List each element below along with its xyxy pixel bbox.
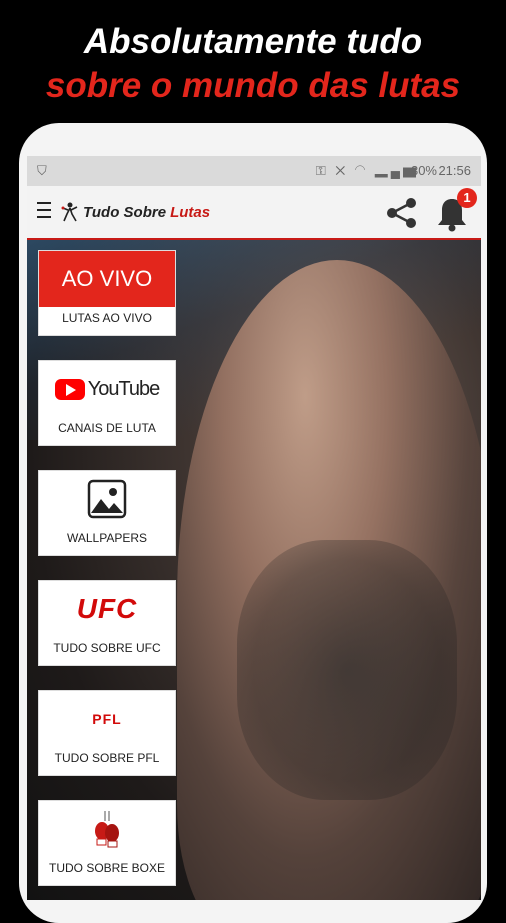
tile-label: TUDO SOBRE UFC: [53, 641, 161, 655]
tile-label: WALLPAPERS: [66, 531, 148, 545]
pfl-logo-area: PFL: [39, 691, 175, 747]
hero-background-image: AO VIVO LUTAS AO VIVO YouTube CANAIS DE …: [27, 240, 481, 900]
logo-text-main: Tudo Sobre: [83, 203, 167, 221]
logo-text-accent: Lutas: [170, 203, 211, 221]
shield-icon: ⛉: [37, 163, 47, 178]
tile-label: TUDO SOBRE PFL: [54, 751, 160, 765]
ufc-logo: UFC: [76, 593, 138, 624]
boxing-icon-area: [39, 801, 175, 857]
status-icons: ⚿ ✕ ◠ ▂▄▆: [315, 163, 419, 178]
chest-tattoo: [237, 540, 457, 800]
share-icon: [387, 198, 416, 228]
ufc-tile[interactable]: UFC TUDO SOBRE UFC: [38, 580, 176, 666]
notifications-button[interactable]: 1: [435, 188, 477, 234]
live-banner: AO VIVO: [39, 251, 175, 307]
live-fights-tile[interactable]: AO VIVO LUTAS AO VIVO: [38, 250, 176, 336]
ufc-logo-area: UFC: [39, 581, 175, 637]
youtube-wordmark: YouTube: [87, 377, 161, 400]
promo-headline: Absolutamente tudo sobre o mundo das lut…: [0, 20, 506, 108]
wallpapers-tile[interactable]: WALLPAPERS: [38, 470, 176, 556]
pfl-logo: PFL: [92, 711, 122, 727]
youtube-play-icon: [54, 378, 85, 400]
clock: 21:56: [438, 163, 471, 178]
tile-label: TUDO SOBRE BOXE: [48, 861, 166, 875]
status-bar: ⛉ ⚿ ✕ ◠ ▂▄▆ 30% 21:56: [27, 156, 481, 186]
boxing-tile[interactable]: TUDO SOBRE BOXE: [38, 800, 176, 886]
image-icon: [87, 479, 127, 519]
headline-line-2: sobre o mundo das lutas: [45, 66, 461, 105]
youtube-logo-mark: YouTube: [54, 377, 161, 401]
app-screen: ⛉ ⚿ ✕ ◠ ▂▄▆ 30% 21:56 Tudo Sobre Lutas 1…: [27, 156, 481, 900]
app-bar: Tudo Sobre Lutas 1: [27, 186, 481, 240]
headline-line-1: Absolutamente tudo: [83, 22, 423, 61]
pfl-tile[interactable]: PFL TUDO SOBRE PFL: [38, 690, 176, 776]
youtube-channels-tile[interactable]: YouTube CANAIS DE LUTA: [38, 360, 176, 446]
battery-level: 30%: [410, 163, 437, 178]
app-logo: Tudo Sobre Lutas: [61, 202, 210, 222]
tile-label: LUTAS AO VIVO: [62, 311, 152, 325]
tile-label: CANAIS DE LUTA: [58, 421, 156, 435]
share-button[interactable]: [383, 194, 421, 232]
boxing-gloves-icon: [95, 811, 119, 848]
hamburger-menu-icon[interactable]: [37, 202, 51, 222]
wallpaper-icon-area: [39, 471, 175, 527]
fighter-icon: [61, 202, 78, 222]
notification-badge: 1: [457, 188, 477, 208]
youtube-logo: YouTube: [39, 361, 175, 417]
